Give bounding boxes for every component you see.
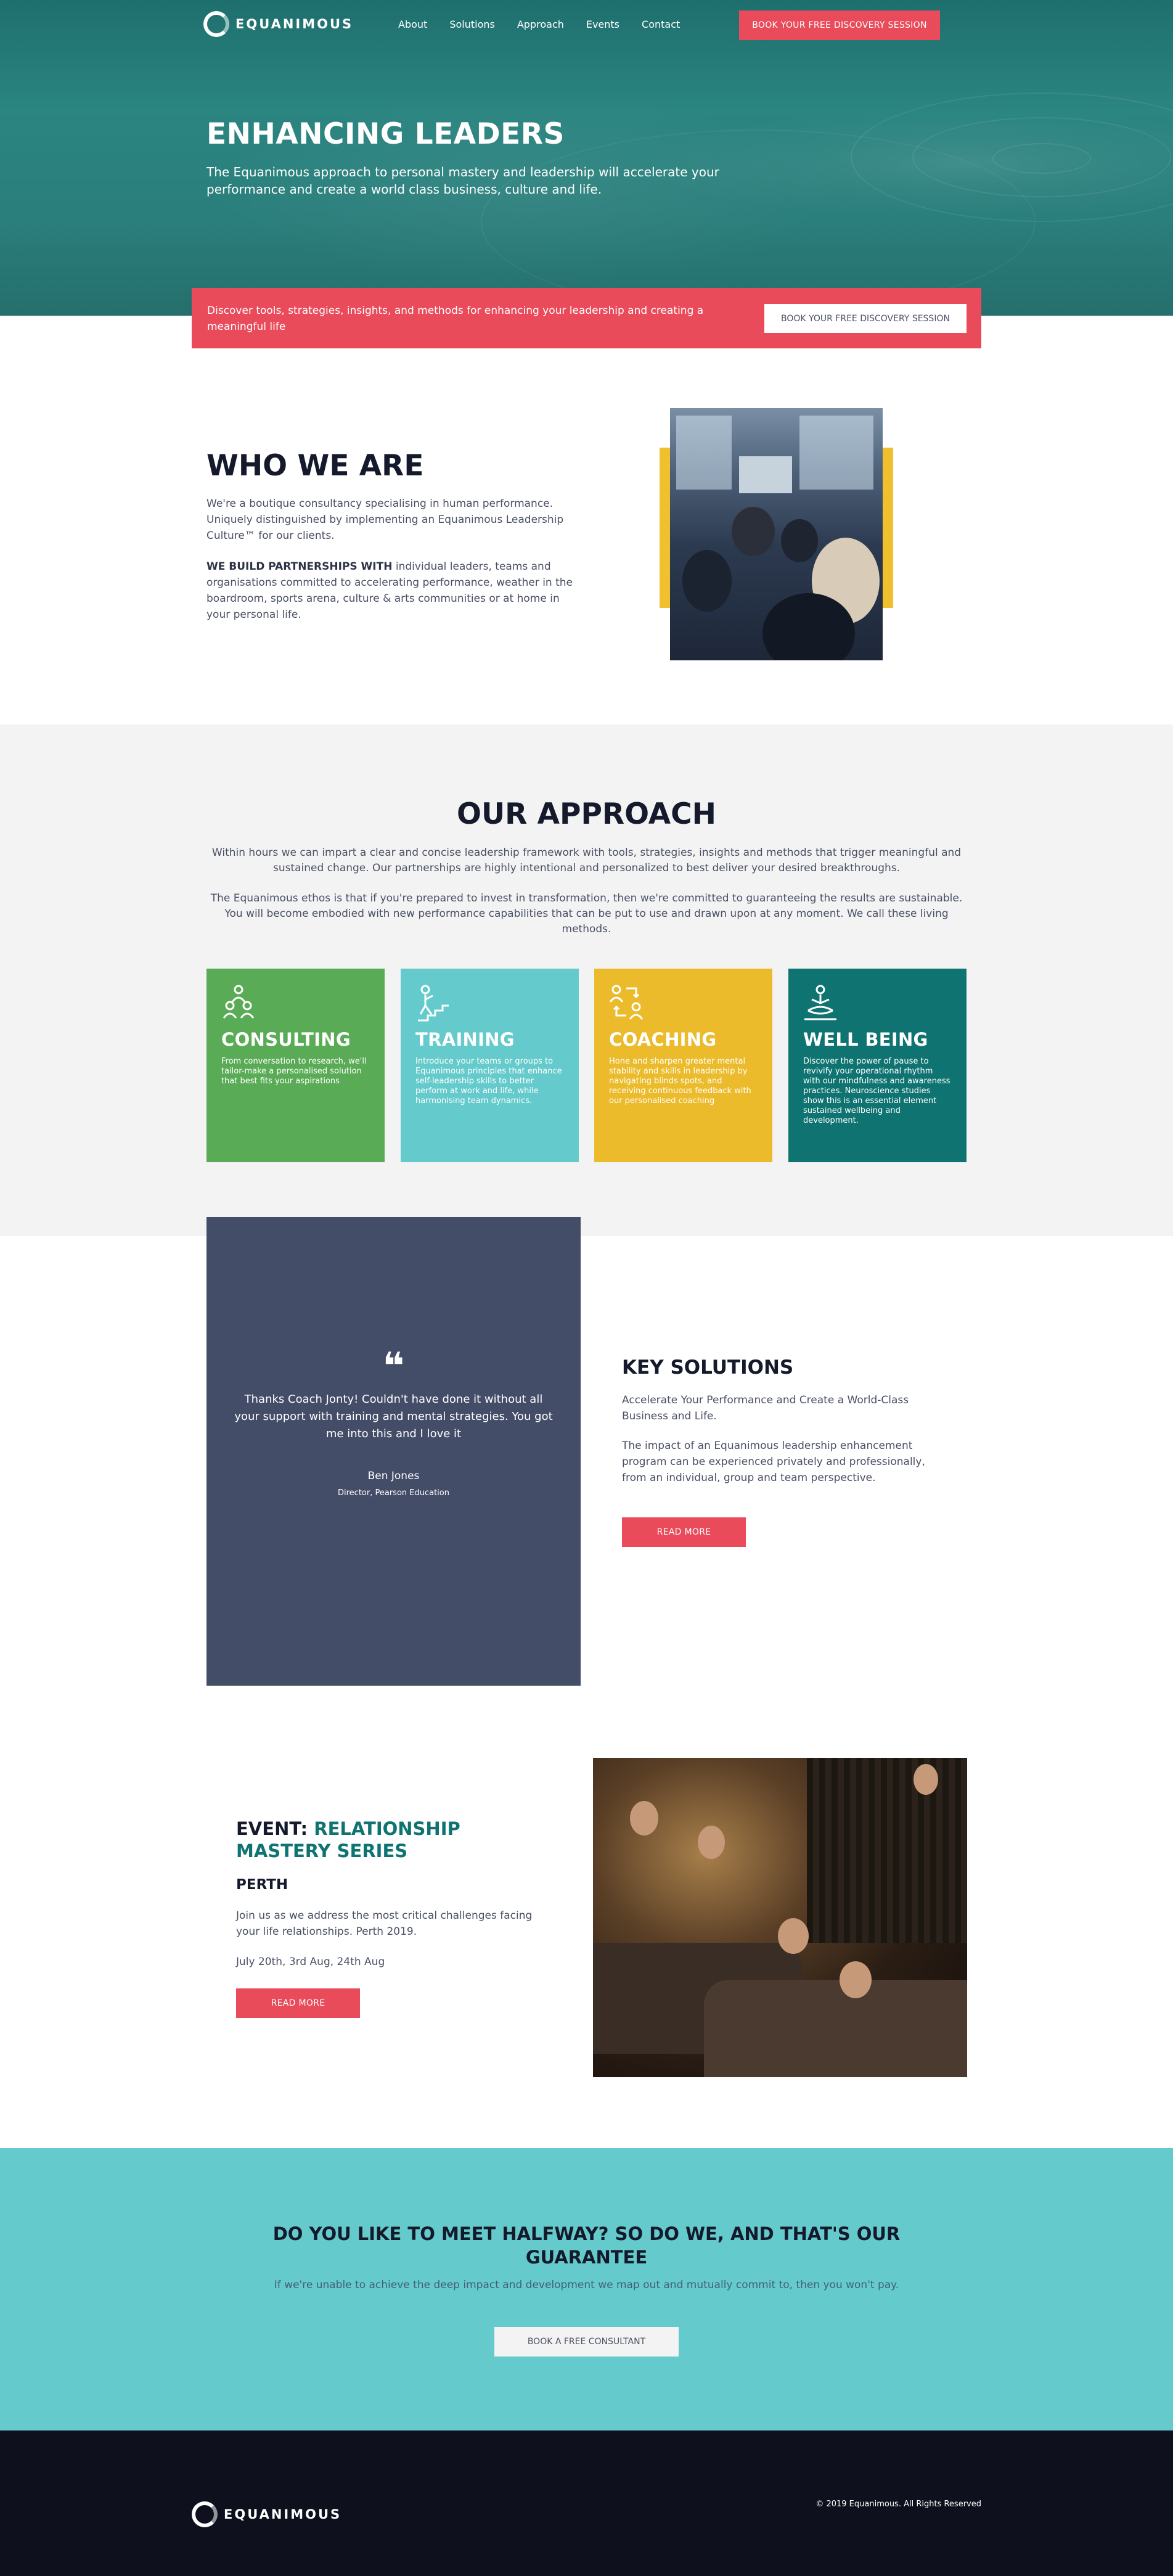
- approach-paragraph-2: The Equanimous ethos is that if you're p…: [210, 892, 963, 935]
- card-title: WELL BEING: [803, 1029, 928, 1050]
- guarantee-title-line-2: GUARANTEE: [525, 2247, 648, 2268]
- approach-title: OUR APPROACH: [456, 797, 717, 831]
- nav-book-session-button[interactable]: BOOK YOUR FREE DISCOVERY SESSION: [739, 10, 940, 40]
- coach-exchange-icon: [609, 985, 644, 1020]
- photo-person: [778, 1918, 809, 1954]
- photo-person: [630, 1801, 658, 1836]
- guarantee-title: DO YOU LIKE TO MEET HALFWAY? SO DO WE, A…: [0, 2222, 1173, 2269]
- key-solutions-title: KEY SOLUTIONS: [622, 1356, 794, 1379]
- main-nav: About Solutions Approach Events Contact: [398, 18, 702, 30]
- nav-about[interactable]: About: [398, 18, 427, 30]
- accent-bar: [660, 448, 670, 608]
- testimonial-quote: Thanks Coach Jonty! Couldn't have done i…: [234, 1393, 553, 1440]
- event-photo: [593, 1758, 967, 2077]
- event-read-more-button[interactable]: READ MORE: [236, 1988, 360, 2018]
- event-dates: July 20th, 3rd Aug, 24th Aug: [236, 1956, 385, 1968]
- event-description: Join us as we address the most critical …: [236, 1909, 533, 1938]
- who-we-are-partnerships: WE BUILD PARTNERSHIPS WITH individual le…: [206, 559, 582, 623]
- audience-head: [732, 507, 775, 556]
- guarantee-text: If we're unable to achieve the deep impa…: [274, 2279, 899, 2291]
- approach-section: OUR APPROACH Within hours we can impart …: [0, 724, 1173, 1236]
- logo-ring-icon: [192, 2501, 218, 2527]
- audience-head: [781, 519, 818, 562]
- discovery-banner: Discover tools, strategies, insights, an…: [192, 288, 981, 348]
- guarantee-title-line-1: DO YOU LIKE TO MEET HALFWAY? SO DO WE, A…: [272, 2223, 901, 2244]
- card-title: TRAINING: [415, 1029, 515, 1050]
- card-text: From conversation to research, we'll tai…: [221, 1057, 367, 1086]
- key-solutions-intro: Accelerate Your Performance and Create a…: [622, 1394, 909, 1422]
- card-title: CONSULTING: [221, 1029, 351, 1050]
- testimonial-role: Director, Pearson Education: [338, 1488, 449, 1498]
- who-we-are-intro: We're a boutique consultancy specialisin…: [206, 498, 564, 542]
- logo-text: EQUANIMOUS: [235, 17, 354, 31]
- card-consulting[interactable]: CONSULTING From conversation to research…: [206, 969, 385, 1162]
- photo-person: [913, 1764, 938, 1795]
- audience-head: [682, 550, 732, 612]
- partnerships-label: WE BUILD PARTNERSHIPS WITH: [206, 560, 393, 573]
- people-group-icon: [223, 985, 255, 1019]
- banner-text: Discover tools, strategies, insights, an…: [207, 305, 704, 333]
- nav-approach[interactable]: Approach: [517, 18, 564, 30]
- accent-bar: [883, 448, 893, 608]
- card-coaching[interactable]: COACHING Hone and sharpen greater mental…: [594, 969, 772, 1162]
- card-training[interactable]: TRAINING Introduce your teams or groups …: [401, 969, 579, 1162]
- hero-subtitle: The Equanimous approach to personal mast…: [206, 165, 719, 197]
- key-solutions-text: The impact of an Equanimous leadership e…: [622, 1440, 925, 1484]
- book-consultant-button[interactable]: BOOK A FREE CONSULTANT: [494, 2327, 679, 2357]
- logo-ring-icon: [203, 11, 229, 37]
- event-prefix: EVENT:: [236, 1818, 314, 1839]
- photo-person: [840, 1961, 872, 1998]
- banner-book-session-button[interactable]: BOOK YOUR FREE DISCOVERY SESSION: [764, 304, 967, 333]
- copyright: © 2019 Equanimous. All Rights Reserved: [815, 2500, 981, 2509]
- testimonial-author: Ben Jones: [367, 1470, 420, 1482]
- photo-person: [698, 1826, 725, 1859]
- event-title: EVENT: RELATIONSHIP MASTERY SERIES: [236, 1818, 557, 1862]
- photo-curtain: [807, 1758, 967, 1943]
- approach-paragraph-1: Within hours we can impart a clear and c…: [211, 847, 962, 874]
- card-text: Introduce your teams or groups to Equani…: [415, 1057, 562, 1105]
- site-footer: EQUANIMOUS © 2019 Equanimous. All Rights…: [0, 2430, 1173, 2576]
- nav-events[interactable]: Events: [586, 18, 619, 30]
- card-text: Discover the power of pause to revivify …: [803, 1057, 950, 1125]
- photo-sofa: [704, 1980, 967, 2077]
- logo-text: EQUANIMOUS: [224, 2507, 342, 2522]
- hero-title: ENHANCING LEADERS: [206, 117, 565, 151]
- testimonial-card: ❝ Thanks Coach Jonty! Couldn't have done…: [206, 1217, 581, 1686]
- card-well-being[interactable]: WELL BEING Discover the power of pause t…: [788, 969, 967, 1162]
- card-text: Hone and sharpen greater mental stabilit…: [609, 1057, 751, 1105]
- photo-window: [799, 416, 873, 490]
- hero-section: EQUANIMOUS About Solutions Approach Even…: [0, 0, 1173, 316]
- person-stairs-icon: [418, 985, 449, 1022]
- event-city: PERTH: [236, 1877, 288, 1893]
- quote-icon: ❝: [382, 1345, 405, 1388]
- key-solutions-read-more-button[interactable]: READ MORE: [622, 1517, 746, 1547]
- water-ripple: [992, 143, 1091, 174]
- card-title: COACHING: [609, 1029, 717, 1050]
- audience-photo: [670, 408, 883, 660]
- photo-window: [676, 416, 732, 490]
- footer-logo[interactable]: EQUANIMOUS: [192, 2501, 341, 2527]
- nav-contact[interactable]: Contact: [642, 18, 680, 30]
- water-ripple: [481, 129, 1036, 314]
- presentation-screen: [739, 456, 792, 493]
- meditation-icon: [804, 985, 836, 1020]
- guarantee-section: DO YOU LIKE TO MEET HALFWAY? SO DO WE, A…: [0, 2148, 1173, 2430]
- site-logo[interactable]: EQUANIMOUS: [203, 11, 353, 37]
- nav-solutions[interactable]: Solutions: [449, 18, 495, 30]
- who-we-are-title: WHO WE ARE: [206, 449, 424, 483]
